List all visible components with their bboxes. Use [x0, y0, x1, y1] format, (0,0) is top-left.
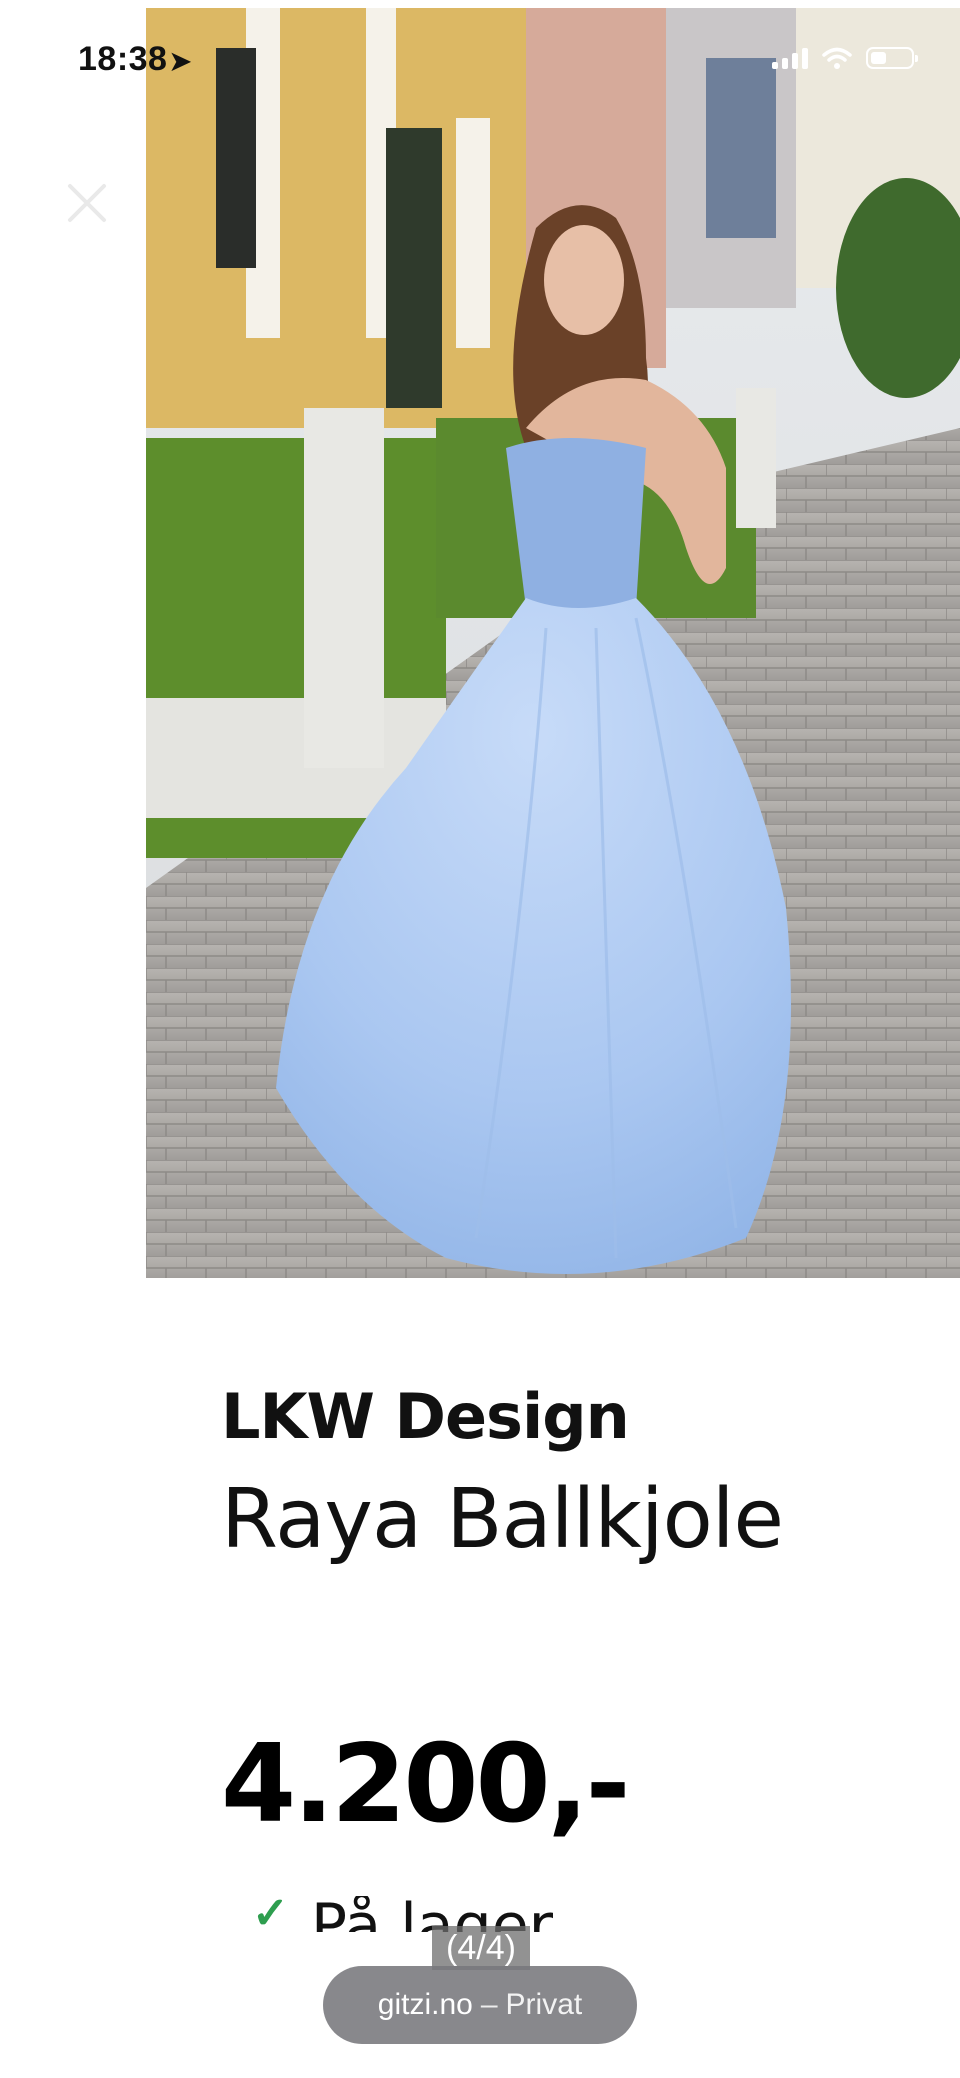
location-arrow-icon: ➤	[169, 46, 192, 76]
checkmark-icon: ✓	[252, 1896, 289, 1932]
close-button[interactable]	[62, 178, 112, 228]
product-price: 4.200,-	[221, 1722, 630, 1847]
wifi-icon	[822, 47, 852, 69]
status-bar-time: 18:38➤	[78, 40, 192, 79]
time-text: 18:38	[78, 40, 168, 78]
product-photo-illustration	[146, 8, 960, 1278]
url-separator: –	[480, 1988, 498, 2021]
browser-url-pill[interactable]: gitzi.no – Privat	[323, 1966, 637, 2044]
url-domain: gitzi.no	[377, 1988, 473, 2021]
product-brand: LKW Design	[221, 1380, 630, 1453]
private-mode-label: Privat	[505, 1988, 583, 2021]
close-icon	[68, 184, 106, 222]
battery-icon	[866, 47, 918, 69]
product-name: Raya Ballkjole	[221, 1472, 784, 1567]
product-photo[interactable]	[146, 8, 960, 1278]
cellular-signal-icon	[772, 47, 808, 69]
image-counter: (4/4)	[432, 1926, 530, 1970]
status-bar-icons	[772, 46, 918, 70]
